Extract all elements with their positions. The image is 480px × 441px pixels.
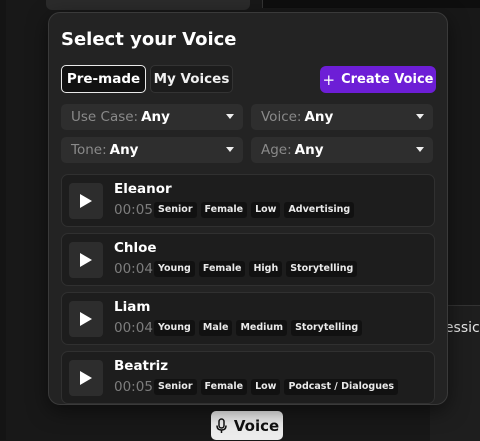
play-icon (80, 253, 92, 267)
filter-voice[interactable]: Voice: Any (251, 104, 433, 130)
filter-value: Any (304, 109, 334, 125)
background-panel-top (46, 0, 250, 10)
voice-tag: Female (200, 202, 248, 218)
voice-card-beatriz[interactable]: Beatriz 00:05 Senior Female Low Podcast … (61, 351, 435, 404)
voice-card-liam[interactable]: Liam 00:04 Young Male Medium Storytellin… (61, 292, 435, 345)
voice-duration: 00:05 (114, 202, 153, 218)
voice-tag: Low (251, 379, 281, 395)
filter-label: Voice: (261, 109, 302, 125)
voice-tag: Female (200, 379, 248, 395)
filter-value: Any (109, 142, 139, 158)
voice-tag: Senior (154, 202, 197, 218)
voice-name: Liam (114, 299, 151, 315)
voice-tag: Low (251, 202, 281, 218)
create-voice-label: Create Voice (341, 72, 434, 87)
voice-tag: Senior (154, 379, 197, 395)
microphone-icon (216, 417, 227, 433)
caret-down-icon (416, 147, 424, 152)
modal-title: Select your Voice (61, 29, 237, 50)
voice-selector-modal: Select your Voice Pre-made My Voices + C… (48, 12, 448, 405)
caret-down-icon (416, 114, 424, 119)
play-button[interactable] (69, 360, 103, 396)
caret-down-icon (226, 114, 234, 119)
voice-tag: Young (154, 320, 195, 336)
tab-my-voices[interactable]: My Voices (150, 65, 233, 93)
filter-tone[interactable]: Tone: Any (61, 137, 243, 163)
filter-use-case[interactable]: Use Case: Any (61, 104, 243, 130)
play-icon (80, 194, 92, 208)
filter-value: Any (294, 142, 324, 158)
voice-tags: Senior Female Low Podcast / Dialogues (154, 379, 399, 395)
voice-name: Beatriz (114, 358, 169, 374)
voice-button[interactable]: Voice (211, 411, 283, 440)
background-edge (0, 0, 6, 440)
voice-duration: 00:05 (114, 379, 153, 395)
plus-icon: + (322, 70, 336, 89)
voice-name: Eleanor (114, 181, 172, 197)
voice-button-label: Voice (233, 416, 280, 435)
play-button[interactable] (69, 242, 103, 278)
play-button[interactable] (69, 183, 103, 219)
background-editor-top (262, 0, 480, 8)
voice-tag: Podcast / Dialogues (284, 379, 399, 395)
tab-pre-made[interactable]: Pre-made (61, 65, 146, 93)
voice-tag: Medium (236, 320, 288, 336)
filter-label: Use Case: (71, 109, 139, 125)
create-voice-button[interactable]: + Create Voice (320, 66, 436, 93)
voice-card-chloe[interactable]: Chloe 00:04 Young Female High Storytelli… (61, 233, 435, 286)
voice-tag: High (249, 261, 283, 277)
voice-tag: Storytelling (291, 320, 363, 336)
filter-age[interactable]: Age: Any (251, 137, 433, 163)
caret-down-icon (226, 147, 234, 152)
play-icon (80, 312, 92, 326)
filter-label: Age: (261, 142, 292, 158)
voice-tag: Female (198, 261, 246, 277)
play-button[interactable] (69, 301, 103, 337)
voice-list[interactable]: Eleanor 00:05 Senior Female Low Advertis… (61, 174, 437, 404)
voice-name: Chloe (114, 240, 157, 256)
voice-tag: Young (154, 261, 195, 277)
voice-tag: Male (198, 320, 233, 336)
voice-tags: Young Female High Storytelling (154, 261, 358, 277)
voice-duration: 00:04 (114, 261, 153, 277)
voice-tags: Young Male Medium Storytelling (154, 320, 363, 336)
voice-card-eleanor[interactable]: Eleanor 00:05 Senior Female Low Advertis… (61, 174, 435, 227)
voice-tag: Advertising (284, 202, 355, 218)
play-icon (80, 371, 92, 385)
voice-tag: Storytelling (286, 261, 358, 277)
filter-label: Tone: (71, 142, 107, 158)
voice-tags: Senior Female Low Advertising (154, 202, 355, 218)
voice-duration: 00:04 (114, 320, 153, 336)
filter-value: Any (141, 109, 170, 125)
